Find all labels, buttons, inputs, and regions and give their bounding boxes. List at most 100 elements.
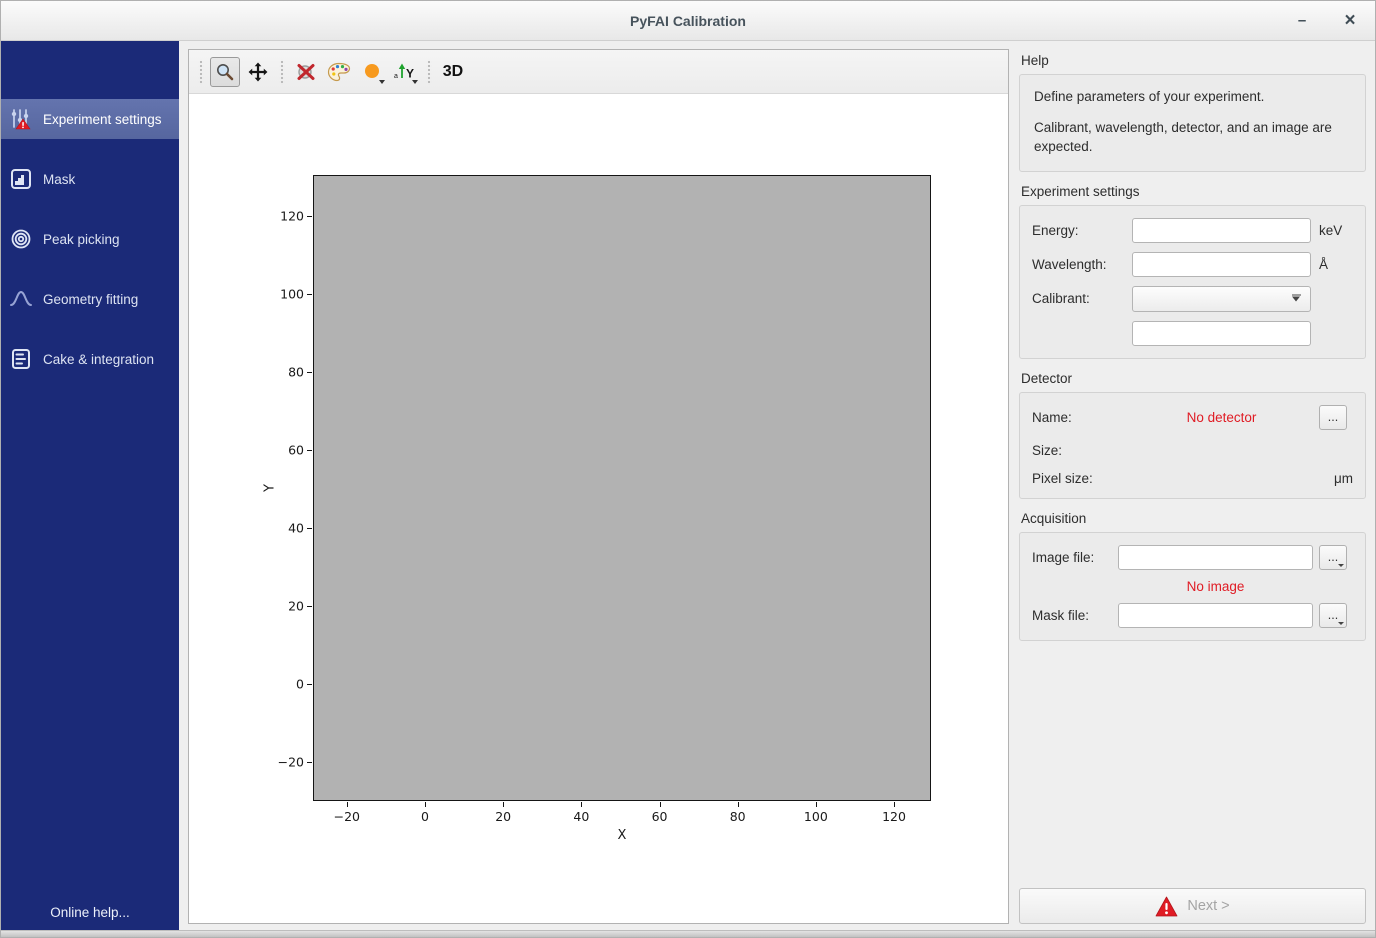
app-window: PyFAI Calibration – ×: [0, 0, 1376, 938]
wavelength-label: Wavelength:: [1032, 257, 1124, 272]
next-button[interactable]: Next >: [1019, 888, 1366, 924]
calibrant-file-field[interactable]: [1132, 321, 1311, 346]
y-tick-label: 20: [288, 598, 304, 613]
sidebar-item-label: Mask: [43, 172, 75, 187]
x-tick-mark: [425, 802, 426, 807]
y-tick-label: 120: [280, 209, 304, 224]
mask-file-browse-button[interactable]: ...: [1319, 603, 1347, 628]
x-tick-mark: [894, 802, 895, 807]
pixel-size-label: Pixel size:: [1032, 471, 1124, 486]
energy-field[interactable]: [1132, 218, 1311, 243]
sidebar-item-experiment-settings[interactable]: Experiment settings: [1, 99, 179, 139]
calibrant-label: Calibrant:: [1032, 291, 1124, 306]
browse-button-label: ...: [1328, 410, 1338, 424]
main-area: Experiment settings Mask: [1, 41, 1375, 930]
settings-panel: Help Define parameters of your experimen…: [1011, 41, 1375, 930]
y-axis-direction-button[interactable]: a Y: [390, 57, 420, 87]
help-text: Define parameters of your experiment.: [1034, 87, 1353, 107]
y-tick-label: 80: [288, 365, 304, 380]
x-tick-label: −20: [334, 809, 360, 824]
clear-zoom-button[interactable]: [291, 57, 321, 87]
title-bar: PyFAI Calibration – ×: [1, 1, 1375, 41]
y-tick-label: −20: [278, 754, 304, 769]
detector-section-title: Detector: [1021, 371, 1366, 386]
sidebar-item-cake-integration[interactable]: Cake & integration: [1, 339, 179, 379]
x-tick-mark: [660, 802, 661, 807]
plot-image-axes[interactable]: X Y −20020406080100120−20020406080100120: [313, 175, 931, 801]
sidebar-item-label: Experiment settings: [43, 112, 162, 127]
wavelength-field[interactable]: [1132, 252, 1311, 277]
image-file-browse-button[interactable]: ...: [1319, 545, 1347, 570]
x-tick-mark: [503, 802, 504, 807]
plot-area: a Y 3D X Y: [179, 41, 1011, 930]
y-axis-label: Y: [263, 484, 278, 492]
toolbar-handle: [279, 59, 285, 85]
x-tick-label: 40: [573, 809, 589, 824]
sidebar-item-mask[interactable]: Mask: [1, 159, 179, 199]
mask-circle-icon: [362, 62, 382, 82]
help-text: Calibrant, wavelength, detector, and an …: [1034, 118, 1353, 157]
plot-canvas[interactable]: X Y −20020406080100120−20020406080100120: [189, 94, 1008, 923]
energy-unit: keV: [1319, 223, 1353, 238]
dropdown-caret-icon: [379, 80, 385, 84]
colormap-button[interactable]: [324, 57, 354, 87]
online-help-link[interactable]: Online help...: [1, 905, 179, 930]
x-tick-label: 60: [652, 809, 668, 824]
window-title: PyFAI Calibration: [630, 13, 746, 29]
concentric-rings-icon: [9, 228, 33, 250]
sidebar-item-peak-picking[interactable]: Peak picking: [1, 219, 179, 259]
y-tick-mark: [307, 684, 312, 685]
y-tick-label: 100: [280, 287, 304, 302]
detector-size-label: Size:: [1032, 443, 1124, 458]
mask-file-field[interactable]: [1118, 603, 1313, 628]
detector-name-label: Name:: [1032, 410, 1124, 425]
calibrant-select[interactable]: [1132, 286, 1311, 312]
svg-text:Y: Y: [406, 66, 414, 80]
colormap-palette-icon: [327, 62, 351, 82]
sidebar-item-label: Peak picking: [43, 232, 120, 247]
x-tick-mark: [581, 802, 582, 807]
y-tick-mark: [307, 606, 312, 607]
peak-curve-icon: [9, 288, 33, 310]
browse-button-label: ...: [1328, 608, 1338, 622]
mask-circle-button[interactable]: [357, 57, 387, 87]
acquisition-box: Image file: ... No image Mask file: ...: [1019, 532, 1366, 641]
pan-tool-button[interactable]: [243, 57, 273, 87]
sidebar-item-label: Geometry fitting: [43, 292, 138, 307]
x-tick-label: 80: [730, 809, 746, 824]
next-button-label: Next >: [1187, 898, 1229, 914]
y-tick-label: 40: [288, 520, 304, 535]
x-tick-mark: [816, 802, 817, 807]
zoom-tool-button[interactable]: [210, 57, 240, 87]
3d-view-button[interactable]: 3D: [438, 57, 468, 87]
y-tick-mark: [307, 294, 312, 295]
x-axis-label: X: [618, 828, 627, 843]
mask-file-label: Mask file:: [1032, 608, 1112, 623]
y-tick-mark: [307, 450, 312, 451]
dropdown-caret-icon: [412, 80, 418, 84]
detector-browse-button[interactable]: ...: [1319, 405, 1347, 430]
chevron-down-icon: [1292, 296, 1300, 301]
sidebar-item-geometry-fitting[interactable]: Geometry fitting: [1, 279, 179, 319]
y-tick-mark: [307, 762, 312, 763]
x-tick-label: 100: [804, 809, 828, 824]
sliders-warning-icon: [9, 108, 33, 130]
pan-icon: [248, 62, 268, 82]
mask-icon: [9, 168, 33, 190]
image-file-field[interactable]: [1118, 545, 1313, 570]
minimize-button[interactable]: –: [1289, 8, 1315, 34]
toolbar-handle: [198, 59, 204, 85]
y-tick-label: 60: [288, 442, 304, 457]
sidebar: Experiment settings Mask: [1, 41, 179, 930]
sidebar-item-label: Cake & integration: [43, 352, 154, 367]
dropdown-caret-icon: [1338, 564, 1344, 567]
wavelength-unit: Å: [1319, 257, 1353, 272]
plot-toolbar: a Y 3D: [189, 50, 1008, 94]
energy-label: Energy:: [1032, 223, 1124, 238]
svg-text:a: a: [394, 73, 398, 80]
acquisition-section-title: Acquisition: [1021, 511, 1366, 526]
toolbar-handle: [426, 59, 432, 85]
close-button[interactable]: ×: [1337, 8, 1363, 34]
detector-name-status: No detector: [1128, 410, 1315, 425]
pixel-size-unit: μm: [1319, 471, 1353, 486]
